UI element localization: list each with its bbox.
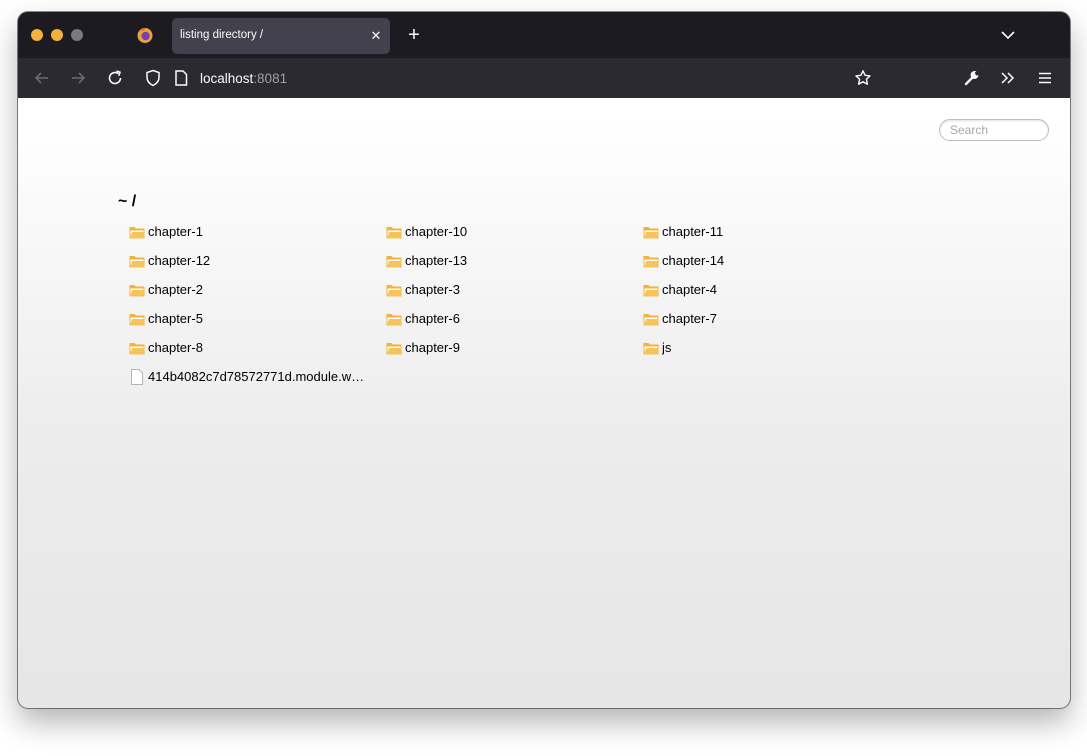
list-item: 414b4082c7d78572771d.module.w…	[129, 367, 369, 387]
breadcrumb-separator: /	[131, 193, 137, 210]
folder-link[interactable]: chapter-12	[129, 251, 369, 271]
file-name: chapter-10	[405, 224, 468, 239]
list-item: chapter-6	[386, 309, 626, 329]
chevron-down-icon[interactable]	[998, 26, 1018, 44]
list-item: chapter-4	[643, 280, 883, 300]
search-input[interactable]	[939, 119, 1049, 141]
list-item: chapter-1	[129, 222, 369, 242]
folder-icon	[129, 256, 145, 268]
folder-icon	[386, 314, 402, 326]
file-name: chapter-12	[148, 253, 211, 268]
folder-icon	[643, 285, 659, 297]
url-bar[interactable]: localhost:8081	[138, 64, 878, 92]
folder-icon	[386, 227, 402, 239]
list-item: chapter-9	[386, 338, 626, 358]
file-name: chapter-13	[405, 253, 468, 268]
page-icon	[175, 70, 188, 86]
folder-icon	[643, 227, 659, 239]
list-item: chapter-12	[129, 251, 369, 271]
back-arrow-icon[interactable]	[33, 69, 51, 87]
list-item: chapter-8	[129, 338, 369, 358]
url-text[interactable]: localhost:8081	[200, 71, 287, 86]
file-name: chapter-3	[405, 282, 460, 297]
url-host: localhost	[200, 71, 254, 86]
folder-icon	[386, 256, 402, 268]
file-icon	[131, 369, 143, 385]
list-item: chapter-10	[386, 222, 626, 242]
folder-link[interactable]: chapter-1	[129, 222, 369, 242]
list-item: chapter-14	[643, 251, 883, 271]
file-name: chapter-14	[662, 253, 725, 268]
file-name: chapter-5	[148, 311, 203, 326]
folder-link[interactable]: js	[643, 338, 883, 358]
breadcrumb: ~ /	[118, 193, 136, 211]
folder-link[interactable]: chapter-10	[386, 222, 626, 242]
folder-icon	[643, 314, 659, 326]
folder-link[interactable]: chapter-6	[386, 309, 626, 329]
folder-link[interactable]: chapter-9	[386, 338, 626, 358]
list-item: chapter-7	[643, 309, 883, 329]
window-close-button[interactable]	[31, 29, 43, 41]
file-name: chapter-6	[405, 311, 460, 326]
window-maximize-button[interactable]	[71, 29, 83, 41]
folder-icon	[129, 227, 145, 239]
window-minimize-button[interactable]	[51, 29, 63, 41]
overflow-chevrons-icon[interactable]	[999, 69, 1017, 87]
firefox-icon	[137, 27, 153, 43]
folder-icon	[129, 314, 145, 326]
folder-link[interactable]: chapter-8	[129, 338, 369, 358]
folder-link[interactable]: chapter-4	[643, 280, 883, 300]
folder-link[interactable]: chapter-11	[643, 222, 883, 242]
file-name: chapter-9	[405, 340, 460, 355]
folder-link[interactable]: chapter-3	[386, 280, 626, 300]
navigation-toolbar: localhost:8081	[18, 58, 1070, 98]
file-name: js	[662, 340, 672, 355]
file-name: chapter-11	[662, 224, 724, 239]
folder-icon	[643, 256, 659, 268]
list-item: js	[643, 338, 883, 358]
file-name: chapter-4	[662, 282, 717, 297]
forward-arrow-icon[interactable]	[69, 69, 87, 87]
list-item: chapter-13	[386, 251, 626, 271]
list-item: chapter-2	[129, 280, 369, 300]
file-name: chapter-2	[148, 282, 203, 297]
hamburger-menu-icon[interactable]	[1036, 69, 1054, 87]
tab-title: listing directory /	[180, 29, 264, 41]
folder-icon	[386, 343, 402, 355]
browser-window: listing directory / ✕ + localhost:8081 S…	[18, 12, 1070, 708]
page-content: ~ / chapter-1 chapter-10 chapter-11 chapter…	[18, 98, 1070, 708]
folder-link[interactable]: chapter-7	[643, 309, 883, 329]
folder-link[interactable]: chapter-5	[129, 309, 369, 329]
tab-strip: listing directory / ✕ +	[18, 12, 1070, 58]
url-port: :8081	[253, 71, 288, 86]
tab-listing-directory[interactable]: listing directory / ✕	[172, 18, 390, 54]
list-item: chapter-5	[129, 309, 369, 329]
folder-link[interactable]: chapter-2	[129, 280, 369, 300]
file-name: chapter-1	[148, 224, 203, 239]
shield-icon[interactable]	[145, 69, 161, 87]
bookmark-star-icon[interactable]	[854, 69, 872, 87]
folder-icon	[129, 343, 145, 355]
file-name: chapter-8	[148, 340, 203, 355]
wrench-icon[interactable]	[963, 69, 981, 87]
folder-icon	[129, 285, 145, 297]
file-name: chapter-7	[662, 311, 717, 326]
file-name: 414b4082c7d78572771d.module.w…	[148, 369, 365, 384]
breadcrumb-home-link[interactable]: ~	[118, 193, 127, 210]
list-item: chapter-3	[386, 280, 626, 300]
list-item: chapter-11	[643, 222, 883, 242]
new-tab-button[interactable]: +	[404, 24, 424, 46]
folder-link[interactable]: chapter-14	[643, 251, 883, 271]
folder-icon	[386, 285, 402, 297]
close-tab-icon[interactable]: ✕	[368, 28, 384, 44]
reload-icon[interactable]	[106, 69, 124, 87]
folder-icon	[643, 343, 659, 355]
file-link[interactable]: 414b4082c7d78572771d.module.w…	[129, 367, 369, 387]
folder-link[interactable]: chapter-13	[386, 251, 626, 271]
